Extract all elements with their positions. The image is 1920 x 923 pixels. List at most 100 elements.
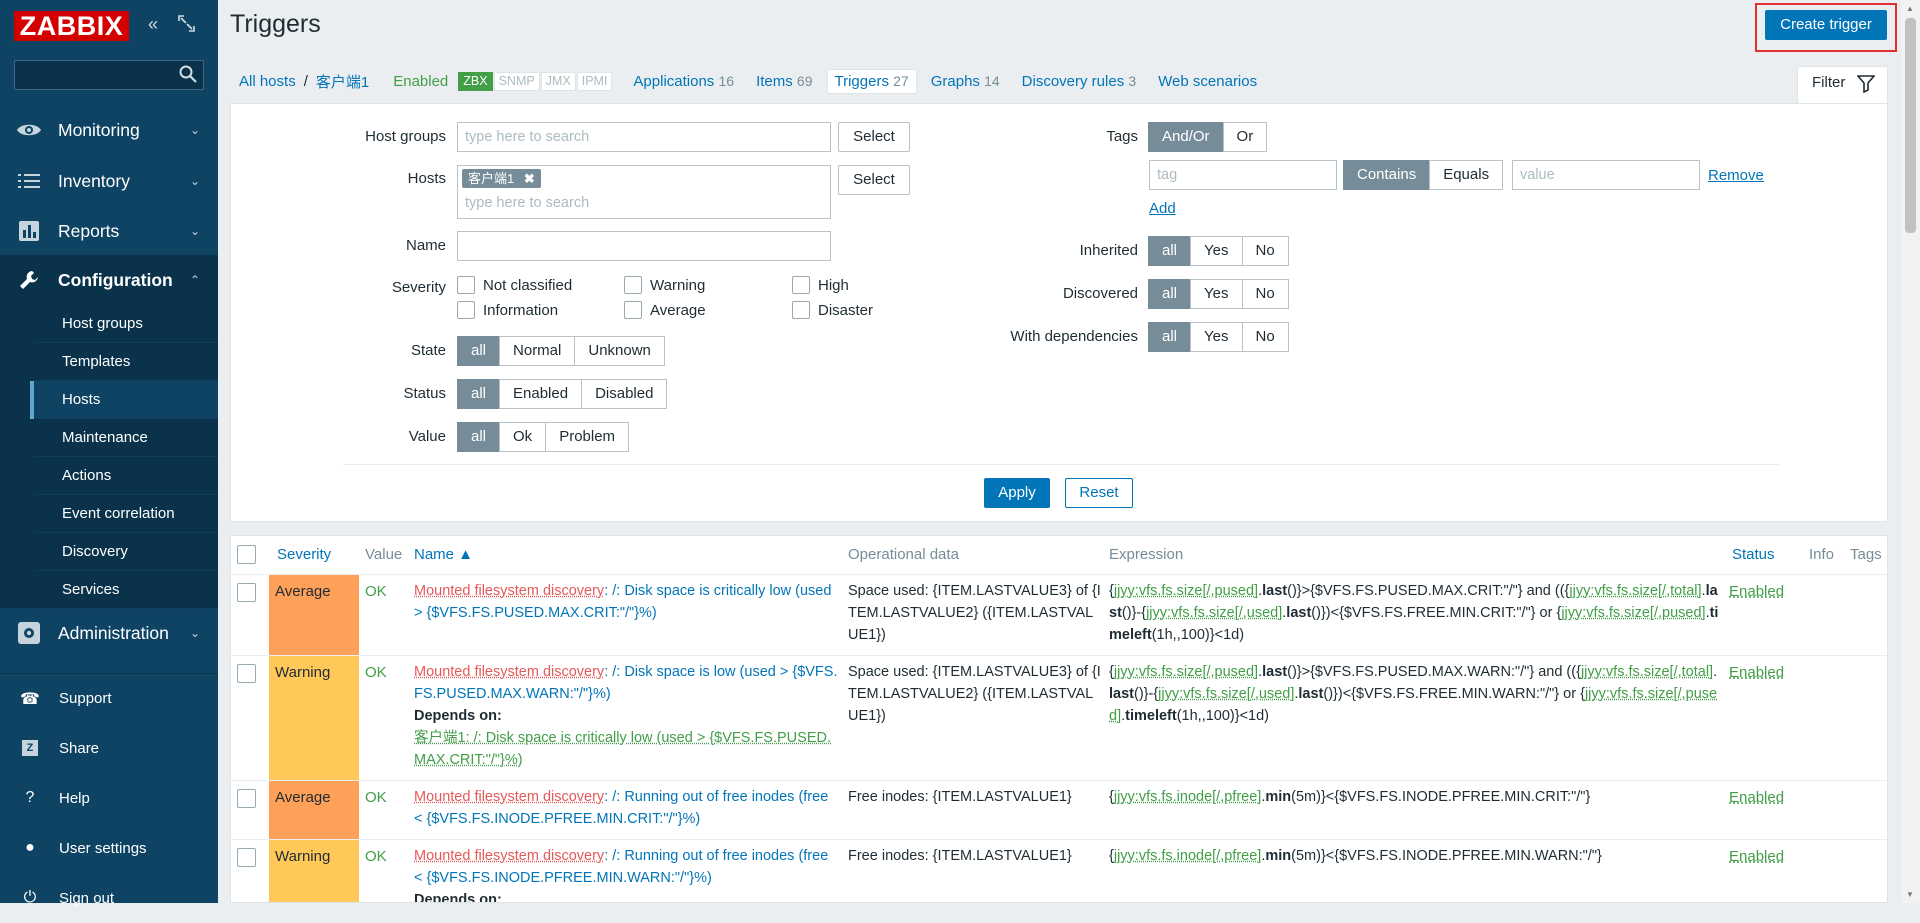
scroll-up-icon[interactable]: ▲: [1906, 4, 1914, 13]
tab-graphs[interactable]: Graphs 14: [931, 73, 1000, 90]
severity-average[interactable]: Average: [624, 301, 706, 319]
select-all-checkbox[interactable]: [237, 545, 256, 564]
status-toggle[interactable]: Enabled: [1729, 789, 1784, 806]
status-disabled[interactable]: Disabled: [581, 379, 668, 409]
state-unknown[interactable]: Unknown: [574, 336, 665, 366]
checkbox[interactable]: [624, 276, 642, 294]
kiosk-mode-icon[interactable]: [178, 15, 195, 36]
menu-administration[interactable]: Administration ⌄: [0, 608, 218, 658]
sidebar-item-hosts[interactable]: Hosts: [30, 381, 218, 419]
sidebar-item-host-groups[interactable]: Host groups: [30, 305, 218, 343]
discovered-yes[interactable]: Yes: [1190, 279, 1243, 309]
col-severity[interactable]: Severity: [277, 536, 331, 574]
value-all[interactable]: all: [457, 422, 501, 452]
tags-or[interactable]: Or: [1222, 122, 1268, 152]
dependencies-yes[interactable]: Yes: [1190, 322, 1243, 352]
sidebar-support[interactable]: ☎ Support: [0, 673, 218, 723]
dependencies-all[interactable]: all: [1148, 322, 1192, 352]
search-icon[interactable]: [179, 65, 197, 83]
row-checkbox[interactable]: [237, 848, 256, 867]
status-toggle[interactable]: Enabled: [1729, 664, 1784, 681]
tag-contains[interactable]: Contains: [1343, 160, 1431, 190]
checkbox[interactable]: [624, 301, 642, 319]
inherited-no[interactable]: No: [1241, 236, 1289, 266]
row-checkbox[interactable]: [237, 789, 256, 808]
col-status[interactable]: Status: [1732, 536, 1775, 574]
menu-reports[interactable]: Reports ⌄: [0, 206, 218, 256]
inherited-yes[interactable]: Yes: [1190, 236, 1243, 266]
discovery-rule-link[interactable]: Mounted filesystem discovery: [414, 848, 604, 864]
dependency-link[interactable]: 客户端1: /: Disk space is critically low (u…: [414, 730, 831, 768]
severity-information[interactable]: Information: [457, 301, 558, 319]
page-scrollbar[interactable]: ▲ ▼: [1901, 0, 1920, 903]
remove-chip-icon[interactable]: ✖: [524, 171, 535, 186]
tag-value-input[interactable]: value: [1512, 160, 1700, 190]
sidebar-item-discovery[interactable]: Discovery: [30, 533, 218, 571]
tag-equals[interactable]: Equals: [1429, 160, 1504, 190]
collapse-sidebar-icon[interactable]: «: [148, 14, 158, 34]
sidebar-item-maintenance[interactable]: Maintenance: [30, 419, 218, 457]
status-all[interactable]: all: [457, 379, 501, 409]
inherited-all[interactable]: all: [1148, 236, 1192, 266]
apply-button[interactable]: Apply: [984, 478, 1050, 508]
tab-triggers[interactable]: Triggers 27: [826, 68, 917, 94]
checkbox[interactable]: [792, 301, 810, 319]
tab-applications[interactable]: Applications 16: [633, 73, 734, 90]
reset-button[interactable]: Reset: [1065, 478, 1133, 508]
item-link[interactable]: jjyy:vfs.fs.size[/,used]: [1146, 605, 1282, 621]
tab-web-scenarios[interactable]: Web scenarios: [1158, 73, 1257, 90]
tab-discovery-rules[interactable]: Discovery rules 3: [1022, 73, 1137, 90]
status-toggle[interactable]: Enabled: [1729, 848, 1784, 865]
host-groups-select-button[interactable]: Select: [838, 122, 910, 152]
hosts-select-button[interactable]: Select: [838, 165, 910, 195]
severity-not-classified[interactable]: Not classified: [457, 276, 572, 294]
add-tag-link[interactable]: Add: [1149, 200, 1176, 217]
item-link[interactable]: jjyy:vfs.fs.size[/,pused]: [1114, 664, 1258, 680]
severity-warning[interactable]: Warning: [624, 276, 705, 294]
sidebar-help[interactable]: ? Help: [0, 773, 218, 823]
item-link[interactable]: jjyy:vfs.fs.size[/,total]: [1581, 664, 1713, 680]
menu-monitoring[interactable]: Monitoring ⌄: [0, 105, 218, 155]
sidebar-item-services[interactable]: Services: [30, 571, 218, 609]
discovered-no[interactable]: No: [1241, 279, 1289, 309]
dependencies-no[interactable]: No: [1241, 322, 1289, 352]
sidebar-item-event-correlation[interactable]: Event correlation: [30, 495, 218, 533]
severity-disaster[interactable]: Disaster: [792, 301, 873, 319]
checkbox[interactable]: [457, 301, 475, 319]
item-link[interactable]: jjyy:vfs.fs.inode[/,pfree]: [1114, 789, 1261, 805]
breadcrumb-host[interactable]: 客户端1: [316, 71, 369, 92]
sidebar-sign-out[interactable]: ⏻ Sign out: [0, 873, 218, 923]
col-name[interactable]: Name ▲: [414, 536, 473, 574]
value-ok[interactable]: Ok: [499, 422, 547, 452]
tab-items[interactable]: Items 69: [756, 73, 812, 90]
row-checkbox[interactable]: [237, 664, 256, 683]
sidebar-item-actions[interactable]: Actions: [30, 457, 218, 495]
severity-high[interactable]: High: [792, 276, 849, 294]
state-normal[interactable]: Normal: [499, 336, 576, 366]
menu-configuration[interactable]: Configuration ⌃: [0, 255, 218, 305]
discovery-rule-link[interactable]: Mounted filesystem discovery: [414, 664, 604, 680]
host-groups-input[interactable]: type here to search: [457, 122, 831, 152]
status-toggle[interactable]: Enabled: [1729, 583, 1784, 600]
item-link[interactable]: jjyy:vfs.fs.size[/,pused]: [1114, 583, 1258, 599]
tag-input[interactable]: tag: [1149, 160, 1337, 190]
state-all[interactable]: all: [457, 336, 501, 366]
menu-inventory[interactable]: Inventory ⌄: [0, 156, 218, 206]
name-input[interactable]: [457, 231, 831, 261]
filter-tab[interactable]: Filter: [1797, 66, 1888, 104]
row-checkbox[interactable]: [237, 583, 256, 602]
sidebar-item-templates[interactable]: Templates: [30, 343, 218, 381]
scrollbar-thumb[interactable]: [1905, 18, 1916, 233]
discovered-all[interactable]: all: [1148, 279, 1192, 309]
discovery-rule-link[interactable]: Mounted filesystem discovery: [414, 789, 604, 805]
sidebar-search-input[interactable]: [14, 60, 204, 90]
item-link[interactable]: jjyy:vfs.fs.size[/,total]: [1569, 583, 1701, 599]
scroll-down-icon[interactable]: ▼: [1906, 890, 1914, 899]
zabbix-logo[interactable]: ZABBIX: [14, 11, 129, 41]
tags-and-or[interactable]: And/Or: [1148, 122, 1224, 152]
checkbox[interactable]: [457, 276, 475, 294]
value-problem[interactable]: Problem: [545, 422, 630, 452]
hosts-input[interactable]: 客户端1 ✖ type here to search: [457, 165, 831, 219]
discovery-rule-link[interactable]: Mounted filesystem discovery: [414, 583, 604, 599]
sidebar-share[interactable]: Z Share: [0, 723, 218, 773]
